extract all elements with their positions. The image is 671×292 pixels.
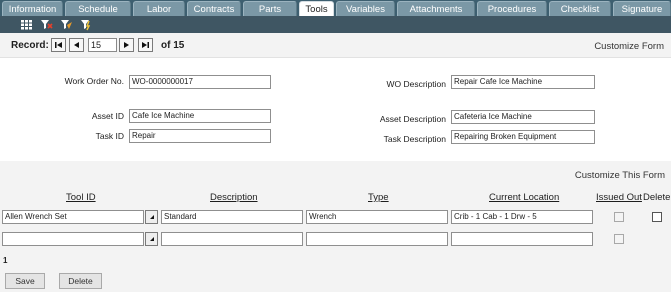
filter-add-icon[interactable]: [60, 18, 73, 31]
dropdown-arrow-icon: [150, 237, 154, 241]
new-issued-out-checkbox: [614, 234, 624, 244]
save-button[interactable]: Save: [5, 273, 45, 289]
wo-description-field[interactable]: Repair Cafe Ice Machine: [451, 75, 595, 89]
previous-record-button[interactable]: [69, 38, 84, 52]
tool-id-cell[interactable]: Allen Wrench Set: [2, 210, 144, 224]
delete-button[interactable]: Delete: [59, 273, 102, 289]
work-order-label: Work Order No.: [64, 76, 124, 86]
last-record-icon: [142, 42, 149, 48]
previous-record-icon: [74, 42, 79, 48]
tab-procedures[interactable]: Procedures: [477, 1, 547, 16]
tools-grid-section: Customize This Form Tool ID Description …: [0, 161, 671, 292]
customize-form-link[interactable]: Customize Form: [594, 41, 664, 52]
last-record-button[interactable]: [138, 38, 153, 52]
record-number-input[interactable]: 15: [88, 38, 117, 52]
tab-signature[interactable]: Signature: [613, 1, 671, 16]
tab-labor[interactable]: Labor: [133, 1, 185, 16]
wo-description-label: WO Description: [386, 79, 446, 89]
description-cell[interactable]: Standard: [161, 210, 303, 224]
dropdown-arrow-icon: [150, 215, 154, 219]
new-tool-id-cell[interactable]: [2, 232, 144, 246]
tab-bar: Information Schedule Labor Contracts Par…: [0, 0, 671, 16]
tab-schedule[interactable]: Schedule: [65, 1, 131, 16]
column-header-issued-out: Issued Out: [596, 192, 642, 203]
filter-clear-icon[interactable]: [80, 18, 93, 31]
work-order-field[interactable]: WO-0000000017: [129, 75, 271, 89]
tab-information[interactable]: Information: [2, 1, 63, 16]
column-header-type[interactable]: Type: [368, 192, 389, 203]
column-header-delete: Delete: [643, 192, 671, 203]
task-id-field[interactable]: Repair: [129, 129, 271, 143]
tab-checklist[interactable]: Checklist: [549, 1, 611, 16]
tool-id-lookup-button[interactable]: [145, 210, 158, 224]
task-id-label: Task ID: [95, 131, 124, 141]
record-count: of 15: [161, 40, 185, 51]
grid-icon[interactable]: [20, 18, 33, 31]
tab-tools[interactable]: Tools: [299, 1, 334, 16]
new-description-cell[interactable]: [161, 232, 303, 246]
record-navigation-bar: Record: 15 of 15 Customize Form: [0, 33, 671, 58]
first-record-icon: [55, 42, 62, 48]
task-description-label: Task Description: [383, 134, 446, 144]
asset-id-label: Asset ID: [91, 111, 124, 121]
tab-attachments[interactable]: Attachments: [397, 1, 475, 16]
record-label: Record:: [11, 40, 49, 51]
type-cell[interactable]: Wrench: [306, 210, 448, 224]
filter-icon[interactable]: [40, 18, 53, 31]
first-record-button[interactable]: [51, 38, 66, 52]
tab-variables[interactable]: Variables: [336, 1, 395, 16]
tab-contracts[interactable]: Contracts: [187, 1, 241, 16]
current-location-cell[interactable]: Crib - 1 Cab - 1 Drw - 5: [451, 210, 593, 224]
asset-description-field[interactable]: Cafeteria Ice Machine: [451, 110, 595, 124]
customize-this-form-link[interactable]: Customize This Form: [575, 170, 665, 181]
issued-out-checkbox: [614, 212, 624, 222]
task-description-field[interactable]: Repairing Broken Equipment: [451, 130, 595, 144]
new-current-location-cell[interactable]: [451, 232, 593, 246]
column-header-current-location[interactable]: Current Location: [489, 192, 559, 203]
column-header-description[interactable]: Description: [210, 192, 258, 203]
asset-description-label: Asset Description: [379, 114, 446, 124]
delete-row-checkbox[interactable]: [652, 212, 662, 222]
next-record-button[interactable]: [119, 38, 134, 52]
tab-parts[interactable]: Parts: [243, 1, 297, 16]
column-header-tool-id[interactable]: Tool ID: [66, 192, 96, 203]
new-type-cell[interactable]: [306, 232, 448, 246]
next-record-icon: [124, 42, 129, 48]
toolbar: [0, 16, 671, 33]
new-tool-id-lookup-button[interactable]: [145, 232, 158, 246]
page-number[interactable]: 1: [3, 256, 7, 265]
asset-id-field[interactable]: Cafe Ice Machine: [129, 109, 271, 123]
